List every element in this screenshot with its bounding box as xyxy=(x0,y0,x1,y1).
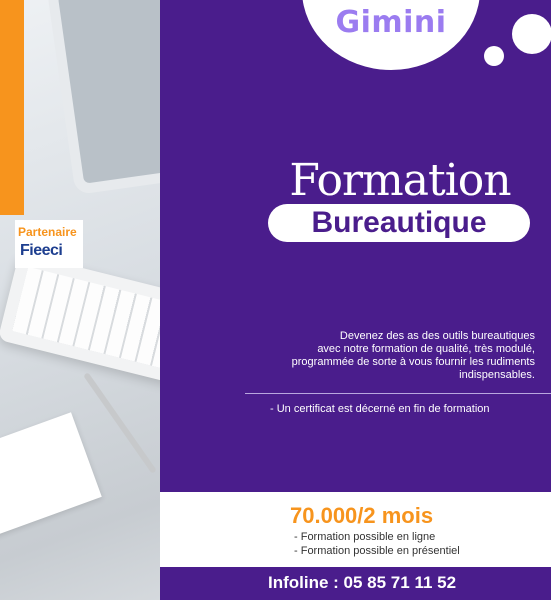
pen-illustration xyxy=(83,372,157,474)
partner-logo: Fieeci xyxy=(20,242,63,259)
description-text: Devenez des as des outils bureautiques a… xyxy=(265,330,535,382)
infoline-phone: Infoline : 05 85 71 11 52 xyxy=(268,573,457,592)
decorative-dot-large xyxy=(512,14,551,54)
option-in-person: - Formation possible en présentiel xyxy=(294,545,460,557)
paper-illustration xyxy=(0,412,102,538)
divider-line xyxy=(245,393,551,394)
orange-accent-bar xyxy=(0,0,24,215)
description-line: Devenez des as des outils bureautiques xyxy=(339,330,535,342)
description-line: programmée de sorte à vous fournir les r… xyxy=(291,356,535,368)
certificate-note: - Un certificat est décerné en fin de fo… xyxy=(270,403,490,415)
decorative-dot-small xyxy=(484,46,504,66)
description-line: indispensables. xyxy=(459,369,535,381)
partner-label: Partenaire xyxy=(18,225,77,239)
option-online: - Formation possible en ligne xyxy=(294,531,436,543)
page-subtitle: Bureautique xyxy=(311,206,487,239)
price-text: 70.000/2 mois xyxy=(290,503,434,528)
page-title: Formation xyxy=(289,155,511,206)
description-line: avec notre formation de qualité, très mo… xyxy=(317,343,535,355)
brand-name: Gimini xyxy=(335,5,447,40)
